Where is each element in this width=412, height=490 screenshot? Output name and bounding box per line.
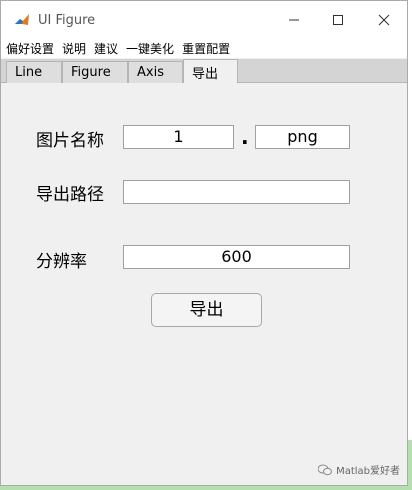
export-button[interactable]: 导出 — [151, 293, 262, 327]
tab-figure[interactable]: Figure — [62, 61, 128, 83]
extension-input[interactable]: png — [255, 125, 350, 149]
tab-export[interactable]: 导出 — [183, 59, 238, 84]
export-panel: 图片名称 1 . png 导出路径 分辨率 600 导出 — [1, 83, 407, 485]
menu-suggestions[interactable]: 建议 — [94, 40, 118, 57]
ui-figure-window: UI Figure 偏好设置 说明 建议 一键美化 重置配置 Line Figu… — [0, 0, 408, 486]
window-title: UI Figure — [38, 12, 96, 28]
export-path-label: 导出路径 — [36, 185, 104, 205]
resolution-label: 分辨率 — [36, 252, 87, 272]
watermark: Matlab爱好者 — [318, 462, 400, 477]
minimize-icon — [289, 19, 299, 21]
title-bar[interactable]: UI Figure — [1, 1, 407, 39]
close-button[interactable] — [361, 1, 407, 39]
tab-strip: Line Figure Axis 导出 — [1, 59, 407, 84]
export-path-input[interactable] — [123, 180, 350, 204]
wechat-icon — [318, 464, 333, 475]
menu-preferences[interactable]: 偏好设置 — [6, 40, 54, 57]
extension-separator: . — [241, 125, 249, 149]
matlab-icon — [14, 12, 30, 28]
close-icon — [378, 14, 390, 26]
maximize-icon — [333, 15, 343, 25]
menu-bar: 偏好设置 说明 建议 一键美化 重置配置 — [1, 39, 407, 58]
maximize-button[interactable] — [315, 1, 361, 39]
menu-help[interactable]: 说明 — [62, 40, 86, 57]
image-name-label: 图片名称 — [36, 131, 104, 151]
watermark-text: Matlab爱好者 — [336, 466, 400, 477]
menu-reset[interactable]: 重置配置 — [182, 40, 230, 57]
image-name-input[interactable]: 1 — [123, 125, 234, 149]
menu-beautify[interactable]: 一键美化 — [126, 40, 174, 57]
tab-line[interactable]: Line — [6, 61, 62, 83]
resolution-input[interactable]: 600 — [123, 245, 350, 269]
minimize-button[interactable] — [271, 1, 317, 39]
tab-axis[interactable]: Axis — [128, 61, 183, 83]
